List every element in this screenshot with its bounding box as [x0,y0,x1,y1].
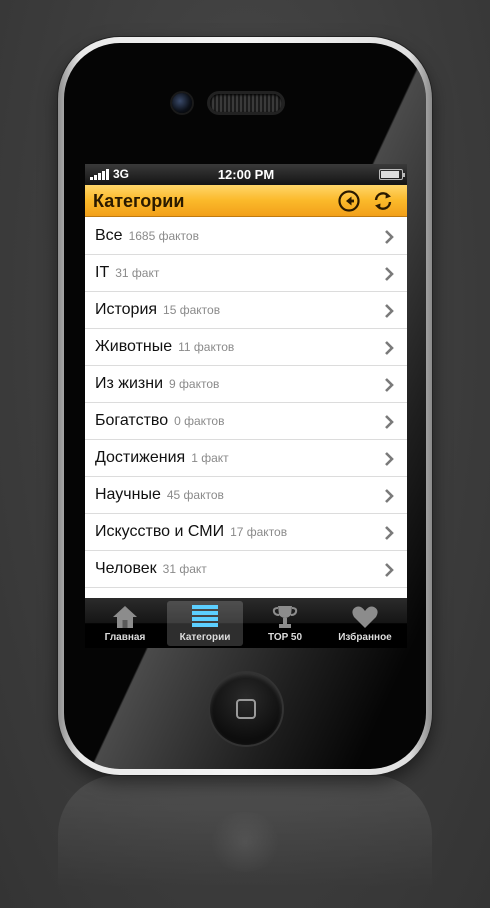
tab-label: Главная [104,632,146,643]
earpiece-speaker [210,94,282,112]
list-item[interactable]: Из жизни 9 фактов [85,366,407,403]
chevron-right-icon [385,415,394,429]
status-time: 12:00 PM [217,167,275,182]
tab-favorites[interactable]: Избранное [327,601,403,646]
list-item[interactable]: IT 31 факт [85,255,407,292]
chevron-right-icon [385,341,394,355]
chevron-right-icon [385,304,394,318]
chevron-right-icon [385,563,394,577]
category-name: IT [95,264,110,281]
chevron-right-icon [385,489,394,503]
category-name: Из жизни [95,375,164,392]
back-arrow-icon[interactable] [338,190,360,212]
category-name: Искусство и СМИ [95,523,225,540]
page-title: Категории [93,191,185,211]
tab-label: TOP 50 [267,632,303,643]
battery-icon [379,169,405,180]
chevron-right-icon [385,526,394,540]
category-name: Животные [95,338,173,355]
home-button[interactable] [210,673,282,745]
fact-count: 1685 фактов [128,229,199,243]
home-icon [113,606,137,628]
fact-count: 9 фактов [169,377,220,391]
status-bar: 3G 12:00 PM [85,164,407,185]
list-item[interactable]: Человек 31 факт [85,551,407,588]
category-name: Богатство [95,412,169,429]
fact-count: 17 фактов [230,525,288,539]
app-screen: 3G 12:00 PM Категории Все 1685 фактов IT… [85,164,407,648]
list-item[interactable]: Животные 11 фактов [85,329,407,366]
fact-count: 45 фактов [166,488,224,502]
category-name: Научные [95,486,161,503]
tab-label: Категории [179,632,231,643]
tab-label: Избранное [338,632,392,643]
fact-count: 31 факт [115,266,160,280]
tab-categories[interactable]: Категории [167,601,243,646]
list-item[interactable]: Искусство и СМИ 17 фактов [85,514,407,551]
category-name: Все [95,227,123,244]
fact-count: 15 фактов [163,303,221,317]
navigation-bar: Категории [85,185,407,217]
category-name: Достижения [95,449,186,466]
tab-top50[interactable]: TOP 50 [247,601,323,646]
tab-home[interactable]: Главная [87,601,163,646]
fact-count: 11 фактов [178,340,235,354]
fact-count: 1 факт [191,451,229,465]
list-item[interactable]: История 15 фактов [85,292,407,329]
home-button-reflection [207,812,283,872]
home-button-icon [236,699,256,719]
fact-count: 31 факт [162,562,207,576]
trophy-icon [272,606,298,628]
list-icon [192,605,218,627]
chevron-right-icon [385,378,394,392]
category-name: Человек [95,560,157,577]
chevron-right-icon [385,452,394,466]
fact-count: 0 фактов [174,414,225,428]
heart-icon [352,606,378,628]
front-camera [172,93,192,113]
category-name: История [95,301,158,318]
chevron-right-icon [385,267,394,281]
tab-bar: Главная Категории TOP 50 Избранное [85,598,407,648]
list-item[interactable]: Все 1685 фактов [85,218,407,255]
category-list: Все 1685 фактов IT 31 факт История 15 факто… [85,218,407,588]
refresh-icon[interactable] [372,190,394,212]
chevron-right-icon [385,230,394,244]
list-item[interactable]: Богатство 0 фактов [85,403,407,440]
list-item[interactable]: Достижения 1 факт [85,440,407,477]
list-item[interactable]: Научные 45 фактов [85,477,407,514]
